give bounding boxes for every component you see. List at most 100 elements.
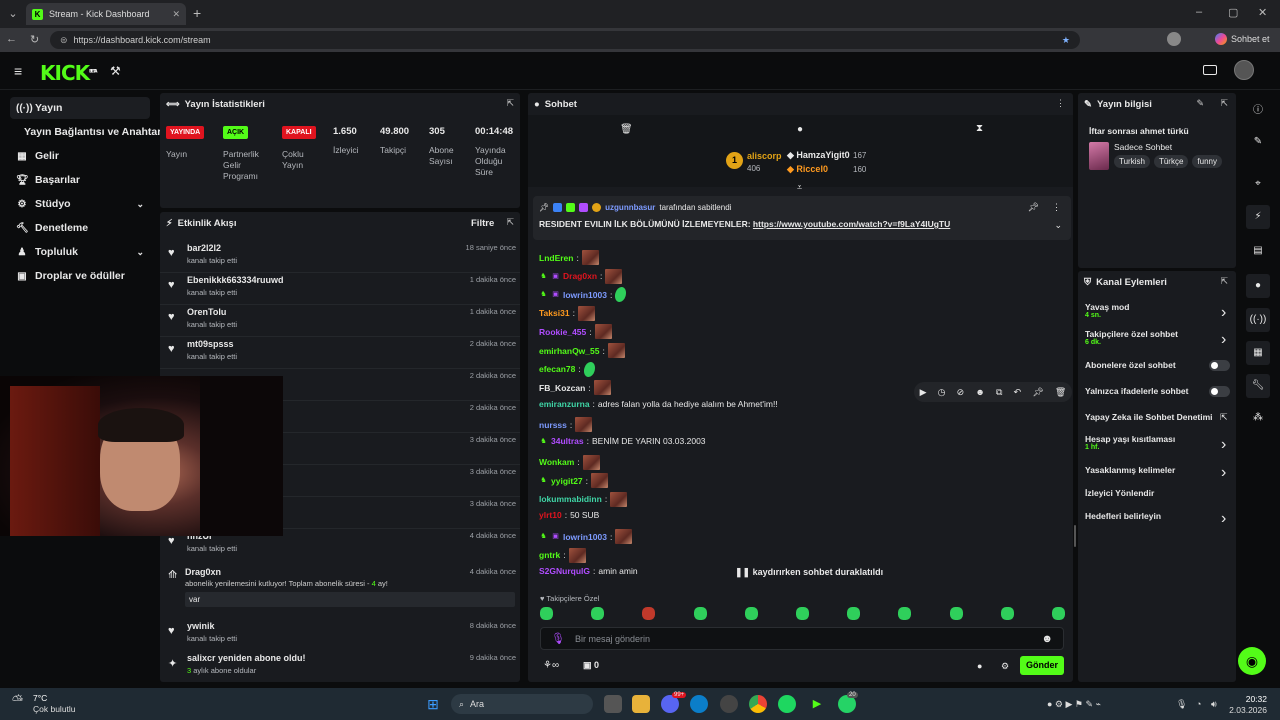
emote-icon[interactable]	[744, 607, 758, 620]
chat-username[interactable]: Drag0xn	[563, 271, 597, 281]
microphone-tray-icon[interactable]: 🎙︎	[1176, 699, 1187, 710]
third-gifter[interactable]: ◆ Riccel0	[787, 164, 828, 175]
profile-avatar[interactable]	[1167, 32, 1181, 46]
wrench-icon[interactable]: 🔧︎	[1246, 374, 1270, 398]
tag-chip[interactable]: Türkçe	[1153, 155, 1189, 168]
chat-username[interactable]: lowrin1003	[563, 290, 607, 300]
chevron-right-icon[interactable]: ›	[1221, 304, 1226, 322]
sidebar-item-stream-key[interactable]: Yayın Bağlantısı ve Anahtarı	[18, 121, 164, 143]
copilot-button[interactable]: Sohbet et	[1215, 33, 1270, 45]
chat-icon[interactable]: ●	[1246, 274, 1270, 298]
top-gifter-name[interactable]: aliscorp	[747, 151, 782, 161]
gift-counter[interactable]: ▣ 0	[583, 660, 599, 671]
popout-icon[interactable]: ⇱	[506, 217, 514, 228]
lightning-icon[interactable]: ⚡︎	[1246, 205, 1270, 229]
chat-message[interactable]: emiranzurna: adres falan yolla da hediye …	[539, 399, 778, 409]
tab-close-icon[interactable]: ✕	[172, 9, 180, 20]
broadcast-icon[interactable]: ((·))	[1246, 308, 1270, 332]
edge-icon[interactable]	[690, 695, 708, 713]
activity-item[interactable]: ♥ OrenTolu kanalı takip etti 1 dakika önce	[160, 307, 520, 337]
emote-icon[interactable]	[795, 607, 809, 620]
popout-icon[interactable]: ⇱	[506, 98, 514, 109]
hamburger-menu-icon[interactable]: ≡	[14, 63, 22, 79]
sidebar-item-denetleme[interactable]: 🔨︎ Denetleme	[10, 217, 150, 239]
emote-icon[interactable]	[591, 607, 605, 620]
chat-username[interactable]: emiranzurna	[539, 399, 590, 409]
activity-item[interactable]: ♥ ywinik kanalı takip etti 8 dakika önce	[168, 621, 518, 651]
browser-tab[interactable]: K Stream - Kick Dashboard ✕	[26, 3, 186, 25]
pinned-message[interactable]: 📌︎ uzgunnbasur tarafından sabitlendi RES…	[533, 196, 1071, 240]
chat-username[interactable]: efecan78	[539, 364, 575, 374]
chevron-right-icon[interactable]: ›	[1221, 436, 1226, 454]
back-icon[interactable]: ←	[6, 33, 17, 45]
pinned-menu-icon[interactable]: ⋮	[1052, 202, 1061, 213]
play-icon[interactable]: ▶	[920, 387, 927, 398]
mute-icon[interactable]: ⊘	[957, 387, 965, 398]
external-link-icon[interactable]: ⇱	[1220, 412, 1228, 423]
expand-leaderboard-icon[interactable]: ⩡	[797, 182, 802, 193]
obs-icon[interactable]	[720, 695, 738, 713]
chat-message[interactable]: ♞ ▣ lowrin1003:	[539, 287, 629, 303]
sidebar-item-yayin[interactable]: ((·)) Yayın	[10, 97, 150, 119]
maximize-icon[interactable]: ▢	[1228, 6, 1238, 19]
chat-message[interactable]: nursss:	[539, 417, 593, 433]
emoji-picker-icon[interactable]: ☻	[1041, 633, 1053, 645]
user-avatar[interactable]	[1234, 60, 1254, 80]
chat-message[interactable]: S2GNurqulG: amin amin	[539, 566, 638, 576]
channel-points-icon[interactable]: ⚘∞	[543, 660, 559, 671]
chat-message[interactable]: ylrt10:50 SUB	[539, 510, 599, 520]
chat-bubble-icon[interactable]: ●	[797, 124, 803, 135]
undo-icon[interactable]: ↶	[1014, 387, 1022, 398]
chat-message[interactable]: emirhanQw_55:	[539, 343, 625, 358]
task-view-icon[interactable]	[604, 695, 622, 713]
hourglass-icon[interactable]: ⧗	[976, 123, 983, 134]
chat-settings-bubble-icon[interactable]: ●	[977, 661, 982, 671]
activity-item-resub[interactable]: ✦ salixcr yeniden abone oldu! 3 aylık ab…	[168, 653, 518, 683]
volume-icon[interactable]: 🔊︎	[1211, 699, 1217, 710]
favorite-star-icon[interactable]: ★	[1062, 35, 1070, 46]
chat-message[interactable]: FB_Kozcan:	[539, 380, 611, 396]
toggle-switch[interactable]	[1209, 360, 1230, 371]
spotify-icon[interactable]	[778, 695, 796, 713]
minimize-icon[interactable]: –	[1196, 6, 1202, 18]
chat-username[interactable]: ylrt10	[539, 510, 562, 520]
sidebar-item-droplar[interactable]: ▣ Droplar ve ödüller	[10, 265, 150, 287]
chat-username[interactable]: emirhanQw_55	[539, 346, 599, 356]
tab-menu-icon[interactable]: ⌄	[6, 7, 20, 20]
new-tab-icon[interactable]: +	[193, 5, 201, 21]
chat-username[interactable]: Rookie_455	[539, 327, 586, 337]
chevron-down-icon[interactable]: ⌄	[1054, 220, 1062, 231]
settings-gear-icon[interactable]: ⚙	[1001, 661, 1009, 672]
chat-paused-notice[interactable]: ❚❚ kaydırırken sohbet duraklatıldı	[735, 567, 883, 578]
refresh-icon[interactable]: ↻	[30, 33, 39, 46]
chevron-right-icon[interactable]: ›	[1221, 464, 1226, 482]
edit-icon[interactable]: ✎	[1196, 98, 1204, 109]
pin-icon[interactable]: 📌︎	[1032, 387, 1043, 398]
chat-message[interactable]: LndEren:	[539, 250, 599, 265]
second-gifter[interactable]: ◆ HamzaYigit0	[787, 150, 850, 161]
chat-message[interactable]: Rookie_455:	[539, 324, 612, 340]
timeout-icon[interactable]: ◷	[938, 387, 946, 398]
activity-item-renewal[interactable]: ⟰ Drag0xn 4 dakika önce abonelik yenilem…	[168, 567, 518, 612]
chat-username[interactable]: yyigit27	[551, 476, 583, 486]
taskbar-search[interactable]: ⌕ Ara	[451, 694, 593, 714]
tag-chip[interactable]: Turkish	[1114, 155, 1150, 168]
chat-message[interactable]: ♞ 34ultras: BENİM DE YARIN 03.03.2003	[539, 436, 705, 446]
file-explorer-icon[interactable]	[632, 695, 650, 713]
emote-icon[interactable]	[642, 607, 656, 620]
sidebar-item-topluluk[interactable]: ♟ Topluluk ⌄	[10, 241, 150, 263]
sidebar-item-gelir[interactable]: ▦ Gelir	[10, 145, 150, 167]
chat-username[interactable]: gntrk	[539, 550, 560, 560]
tools-icon[interactable]: ⚒	[110, 64, 121, 78]
tag-chip[interactable]: funny	[1192, 155, 1222, 168]
chat-username[interactable]: nursss	[539, 420, 567, 430]
chat-message[interactable]: ♞ ▣ lowrin1003:	[539, 529, 633, 544]
pinned-link[interactable]: https://www.youtube.com/watch?v=f9LaY4IU…	[753, 219, 950, 229]
toggle-switch[interactable]	[1209, 386, 1230, 397]
microphone-icon[interactable]: 🎙︎	[551, 632, 565, 645]
filter-button[interactable]: Filtre	[471, 218, 494, 229]
channel-action-item[interactable]: Hesap yaşı kısıtlaması 1 hf.	[1085, 434, 1175, 451]
windows-start-icon[interactable]: ⊞	[424, 695, 442, 713]
info-icon[interactable]: ⓘ	[1246, 101, 1270, 116]
channel-action-item[interactable]: Yapay Zeka ile Sohbet Denetimi	[1085, 412, 1213, 422]
